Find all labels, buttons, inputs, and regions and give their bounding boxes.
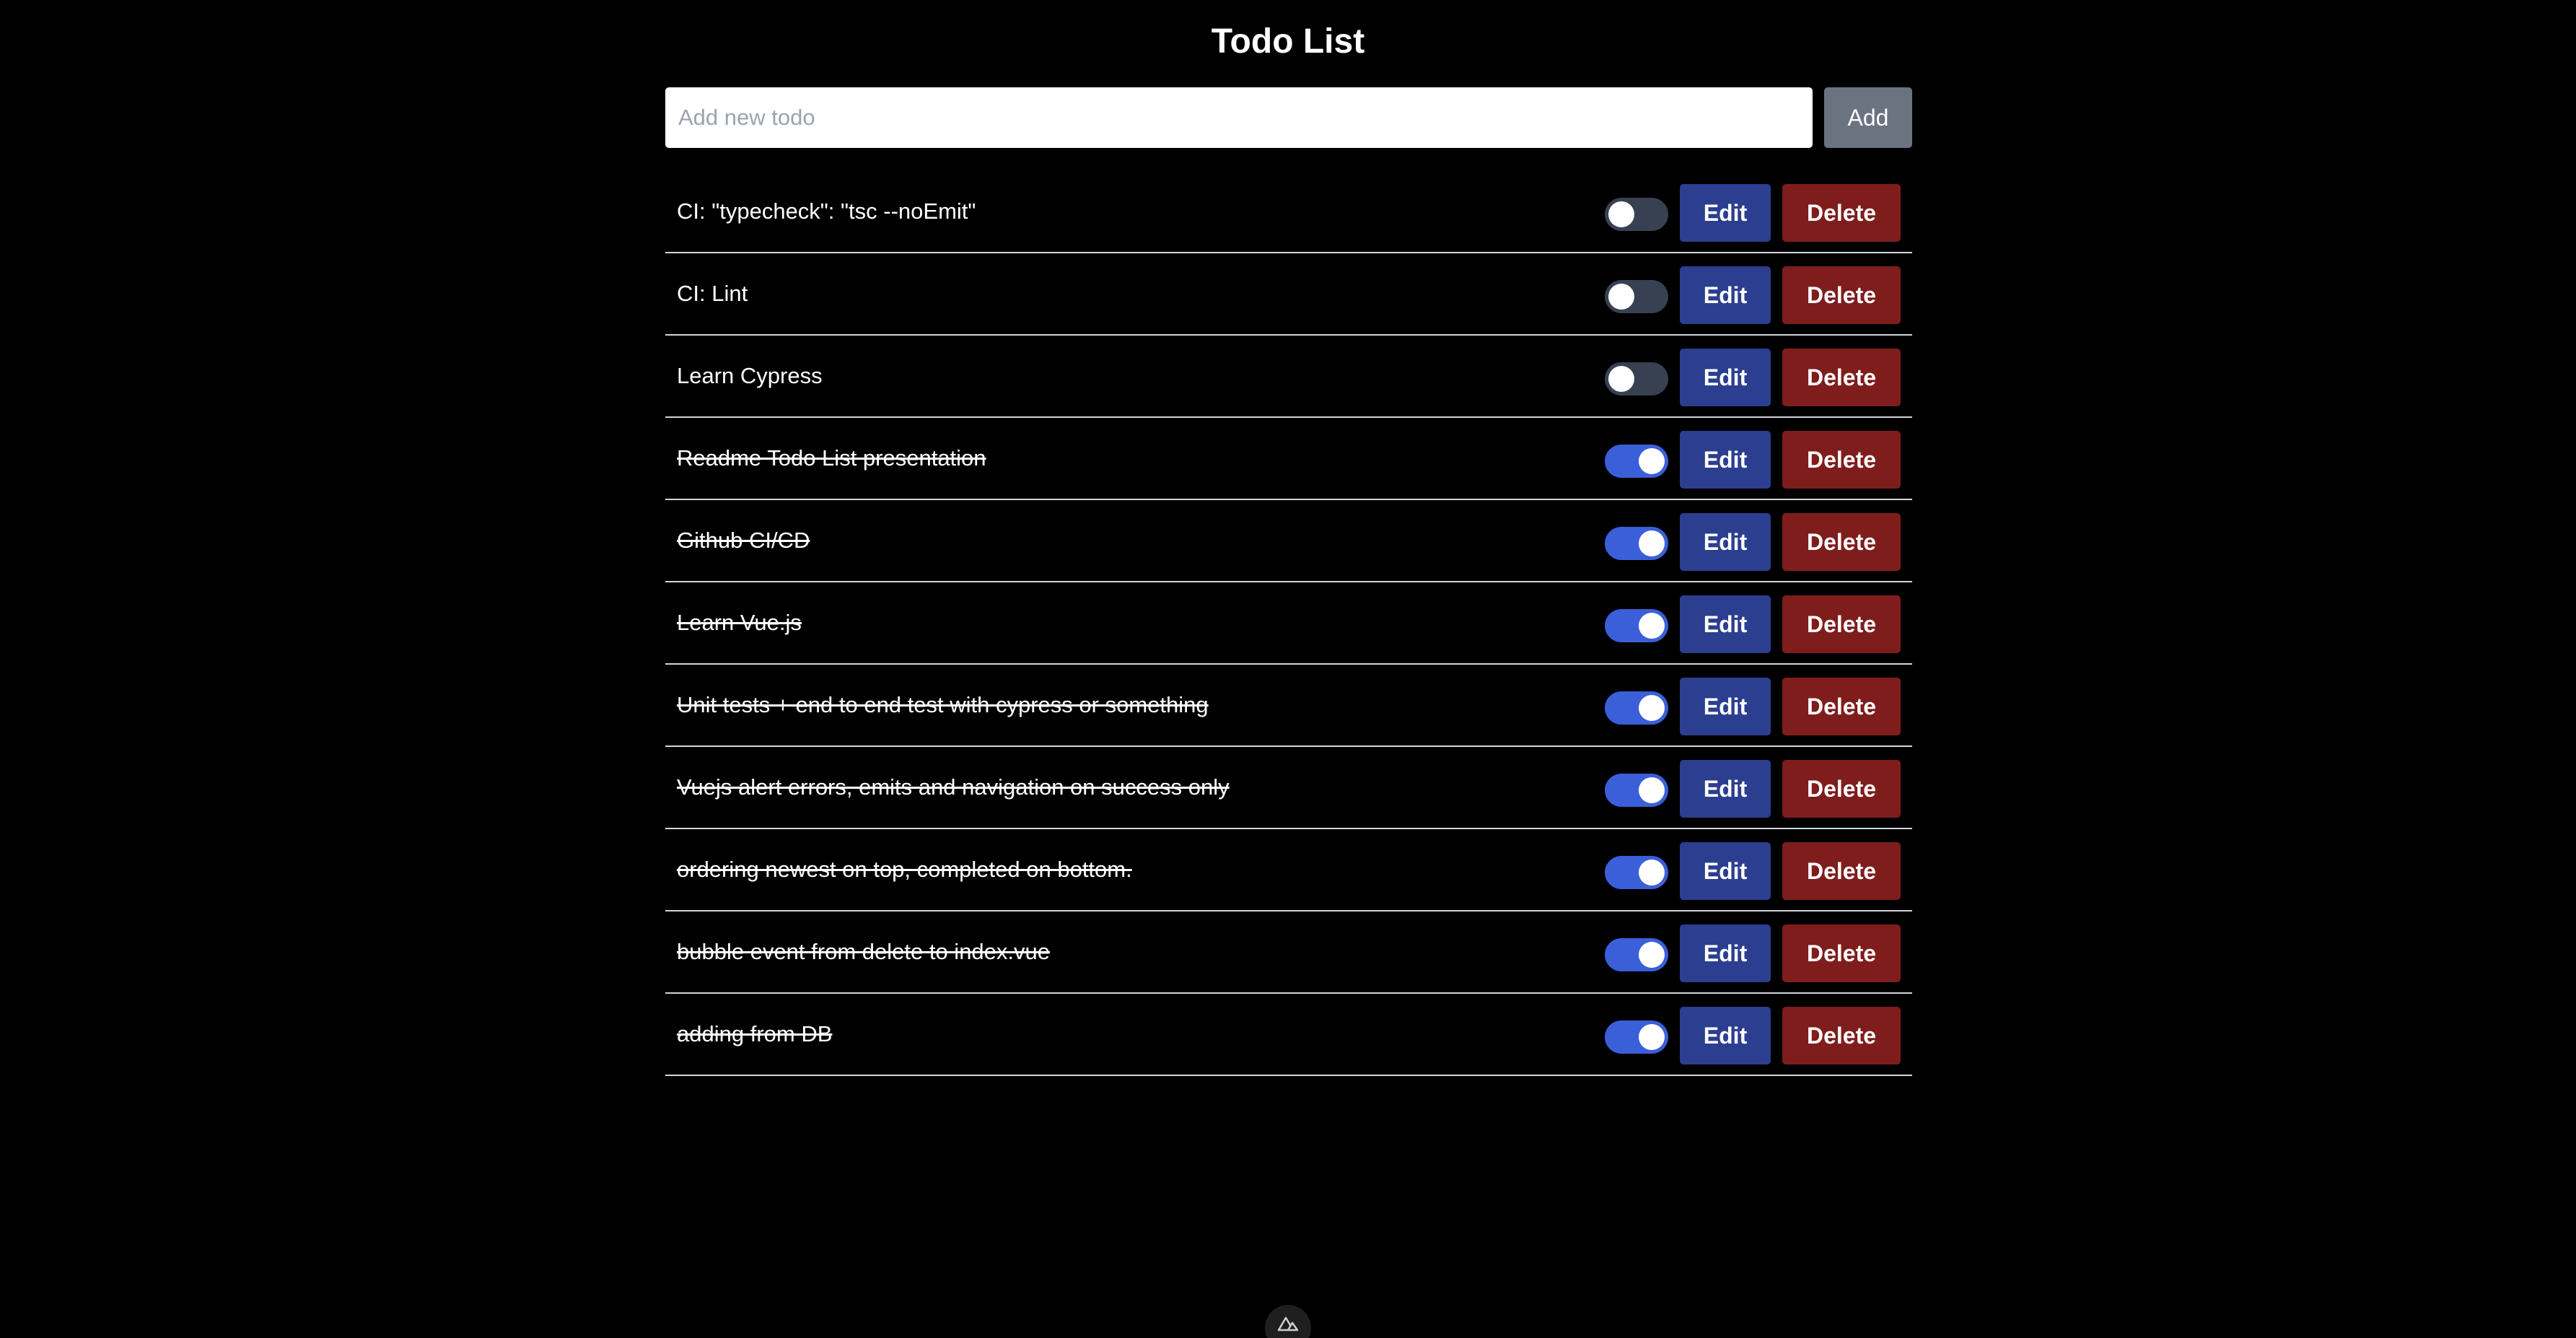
todo-list: CI: "typecheck": "tsc --noEmit" Edit Delet… (665, 171, 1912, 1076)
completed-toggle[interactable] (1605, 774, 1668, 807)
edit-button[interactable]: Edit (1680, 431, 1771, 489)
edit-button[interactable]: Edit (1680, 349, 1771, 406)
delete-button[interactable]: Delete (1782, 842, 1901, 900)
todo-item: Learn Vue.js Edit Delete (665, 582, 1912, 665)
todo-item: Vuejs alert errors, emits and navigation… (665, 747, 1912, 829)
todo-item: CI: "typecheck": "tsc --noEmit" Edit Delet… (665, 171, 1912, 253)
add-todo-form: Add (665, 87, 1912, 148)
toggle-knob (1608, 366, 1634, 392)
edit-button[interactable]: Edit (1680, 760, 1771, 818)
todo-item: adding from DB Edit Delete (665, 994, 1912, 1076)
edit-button[interactable]: Edit (1680, 595, 1771, 653)
edit-button[interactable]: Edit (1680, 678, 1771, 735)
delete-button[interactable]: Delete (1782, 513, 1901, 571)
delete-button[interactable]: Delete (1782, 678, 1901, 735)
todo-item: CI: Lint Edit Delete (665, 253, 1912, 336)
nuxt-logo-icon (1277, 1316, 1299, 1332)
delete-button[interactable]: Delete (1782, 1007, 1901, 1064)
toggle-knob (1639, 695, 1665, 721)
delete-button[interactable]: Delete (1782, 349, 1901, 406)
todo-text: CI: Lint (677, 281, 748, 306)
new-todo-input[interactable] (665, 87, 1813, 148)
completed-toggle[interactable] (1605, 445, 1668, 478)
toggle-knob (1639, 1024, 1665, 1050)
todo-page: Todo List Add CI: "typecheck": "tsc --no… (0, 0, 2576, 1338)
completed-toggle[interactable] (1605, 527, 1668, 560)
toggle-knob (1639, 530, 1665, 556)
delete-button[interactable]: Delete (1782, 431, 1901, 489)
todo-item: bubble event from delete to index.vue Edi… (665, 911, 1912, 994)
todo-item: Unit tests + end to end test with cypres… (665, 665, 1912, 747)
todo-text: Learn Cypress (677, 363, 823, 388)
completed-toggle[interactable] (1605, 362, 1668, 395)
todo-item: Github CI/CD Edit Delete (665, 500, 1912, 582)
todo-item: Readme Todo List presentation Edit Delete (665, 418, 1912, 500)
delete-button[interactable]: Delete (1782, 595, 1901, 653)
completed-toggle[interactable] (1605, 691, 1668, 725)
todo-text: bubble event from delete to index.vue (677, 939, 1051, 964)
todo-text: Github CI/CD (677, 528, 810, 553)
todo-text: Unit tests + end to end test with cypres… (677, 692, 1209, 717)
edit-button[interactable]: Edit (1680, 513, 1771, 571)
toggle-knob (1639, 777, 1665, 803)
completed-toggle[interactable] (1605, 1020, 1668, 1054)
delete-button[interactable]: Delete (1782, 760, 1901, 818)
toggle-knob (1608, 284, 1634, 310)
delete-button[interactable]: Delete (1782, 184, 1901, 242)
todo-item: ordering newest on top, completed on bot… (665, 829, 1912, 911)
page-title: Todo List (1211, 22, 1365, 61)
completed-toggle[interactable] (1605, 938, 1668, 971)
toggle-knob (1639, 942, 1665, 968)
todo-text: Learn Vue.js (677, 610, 802, 635)
todo-text: adding from DB (677, 1021, 833, 1046)
add-button[interactable]: Add (1824, 87, 1912, 148)
toggle-knob (1639, 448, 1665, 474)
completed-toggle[interactable] (1605, 609, 1668, 642)
edit-button[interactable]: Edit (1680, 842, 1771, 900)
todo-text: CI: "typecheck": "tsc --noEmit" (677, 198, 976, 224)
toggle-knob (1608, 201, 1634, 227)
todo-text: Vuejs alert errors, emits and navigation… (677, 774, 1230, 800)
todo-text: Readme Todo List presentation (677, 445, 986, 471)
toggle-knob (1639, 860, 1665, 886)
edit-button[interactable]: Edit (1680, 1007, 1771, 1064)
toggle-knob (1639, 613, 1665, 639)
todo-text: ordering newest on top, completed on bot… (677, 857, 1132, 882)
edit-button[interactable]: Edit (1680, 266, 1771, 324)
delete-button[interactable]: Delete (1782, 924, 1901, 982)
completed-toggle[interactable] (1605, 280, 1668, 313)
completed-toggle[interactable] (1605, 856, 1668, 889)
todo-item: Learn Cypress Edit Delete (665, 336, 1912, 418)
delete-button[interactable]: Delete (1782, 266, 1901, 324)
nuxt-devtools-button[interactable] (1265, 1305, 1311, 1338)
edit-button[interactable]: Edit (1680, 184, 1771, 242)
completed-toggle[interactable] (1605, 198, 1668, 231)
edit-button[interactable]: Edit (1680, 924, 1771, 982)
